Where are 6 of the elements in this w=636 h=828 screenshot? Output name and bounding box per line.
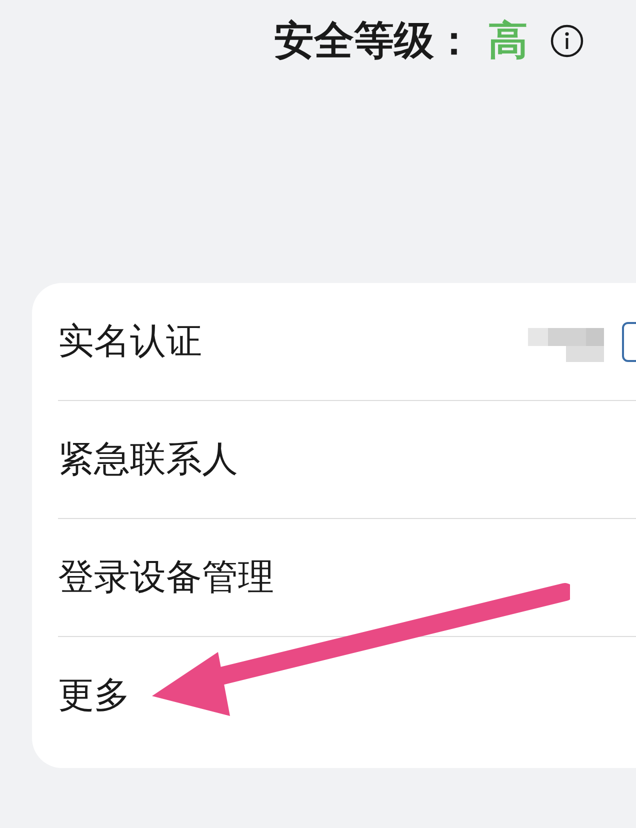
security-level-label: 安全等级： <box>274 21 474 61</box>
settings-row-label[interactable]: 登录设备管理 <box>58 560 274 596</box>
settings-row-label[interactable]: 更多 <box>58 678 130 714</box>
settings-row-label[interactable]: 紧急联系人 <box>58 442 238 478</box>
settings-row-label[interactable]: 实名认证 <box>58 324 202 360</box>
security-level-value: 高 <box>488 21 528 61</box>
